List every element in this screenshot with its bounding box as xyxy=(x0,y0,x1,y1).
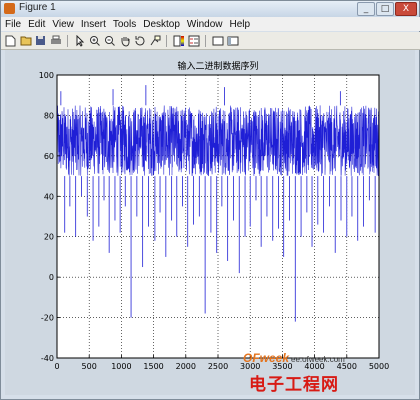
x-tick-label: 0 xyxy=(54,362,59,371)
watermark-brand: OFweek xyxy=(243,351,290,365)
watermark-logo: OFweek ee.ofweek.com xyxy=(243,349,345,367)
menu-insert[interactable]: Insert xyxy=(81,19,106,30)
data-cursor-icon[interactable] xyxy=(148,34,161,47)
x-tick-label: 2500 xyxy=(208,362,228,371)
new-file-icon[interactable] xyxy=(4,34,17,47)
print-icon[interactable] xyxy=(49,34,62,47)
close-button[interactable]: X xyxy=(395,2,417,16)
menu-window[interactable]: Window xyxy=(187,19,223,30)
plot-svg[interactable]: 0 500 1000 1500 2000 2500 3000 3500 4000 4500 5000… xyxy=(5,50,415,395)
zoom-out-icon[interactable] xyxy=(103,34,116,47)
x-tick-label: 2000 xyxy=(176,362,196,371)
arrow-pointer-icon[interactable] xyxy=(73,34,86,47)
pan-hand-icon[interactable] xyxy=(118,34,131,47)
y-tick-label: 0 xyxy=(49,273,54,282)
menu-help[interactable]: Help xyxy=(230,19,251,30)
x-tick-label: 5000 xyxy=(369,362,389,371)
y-tick-label: 80 xyxy=(44,111,54,120)
x-tick-label: 500 xyxy=(82,362,97,371)
toolbar-separator xyxy=(205,34,206,47)
y-tick-label: 60 xyxy=(44,152,54,161)
minimize-button[interactable]: _ xyxy=(357,2,375,16)
menu-tools[interactable]: Tools xyxy=(113,19,136,30)
open-folder-icon[interactable] xyxy=(19,34,32,47)
x-tick-label: 1000 xyxy=(111,362,131,371)
menu-edit[interactable]: Edit xyxy=(28,19,45,30)
menu-file[interactable]: File xyxy=(5,19,21,30)
window-controls: _ □ X xyxy=(357,2,417,16)
y-tick-label: 20 xyxy=(44,233,54,242)
hide-plot-tools-icon[interactable] xyxy=(211,34,224,47)
toolbar-separator xyxy=(166,34,167,47)
y-tick-label: -20 xyxy=(41,314,54,323)
y-tick-label: 40 xyxy=(44,192,54,201)
figure-window: Figure 1 _ □ X File Edit View Insert Too… xyxy=(0,0,420,400)
watermark-site-name: 电子工程网 xyxy=(249,375,339,395)
menu-view[interactable]: View xyxy=(52,19,74,30)
matlab-figure-icon xyxy=(4,3,15,14)
colorbar-icon[interactable] xyxy=(172,34,185,47)
figure-toolbar xyxy=(1,32,420,50)
legend-icon[interactable] xyxy=(187,34,200,47)
show-plot-tools-icon[interactable] xyxy=(226,34,239,47)
x-tick-label: 1500 xyxy=(143,362,163,371)
watermark-url: ee.ofweek.com xyxy=(291,355,345,364)
y-tick-label: -40 xyxy=(41,354,54,363)
rotate-icon[interactable] xyxy=(133,34,146,47)
menu-bar: File Edit View Insert Tools Desktop Wind… xyxy=(1,17,420,31)
figure-canvas: 0 500 1000 1500 2000 2500 3000 3500 4000 4500 5000… xyxy=(5,50,415,395)
chart-title: 输入二进制数据序列 xyxy=(177,60,258,72)
window-title: Figure 1 xyxy=(19,2,56,13)
save-icon[interactable] xyxy=(34,34,47,47)
menu-desktop[interactable]: Desktop xyxy=(143,19,180,30)
zoom-in-icon[interactable] xyxy=(88,34,101,47)
y-tick-label: 100 xyxy=(39,71,54,80)
title-bar: Figure 1 _ □ X xyxy=(1,1,419,17)
toolbar-separator xyxy=(67,34,68,47)
maximize-button[interactable]: □ xyxy=(376,2,394,16)
